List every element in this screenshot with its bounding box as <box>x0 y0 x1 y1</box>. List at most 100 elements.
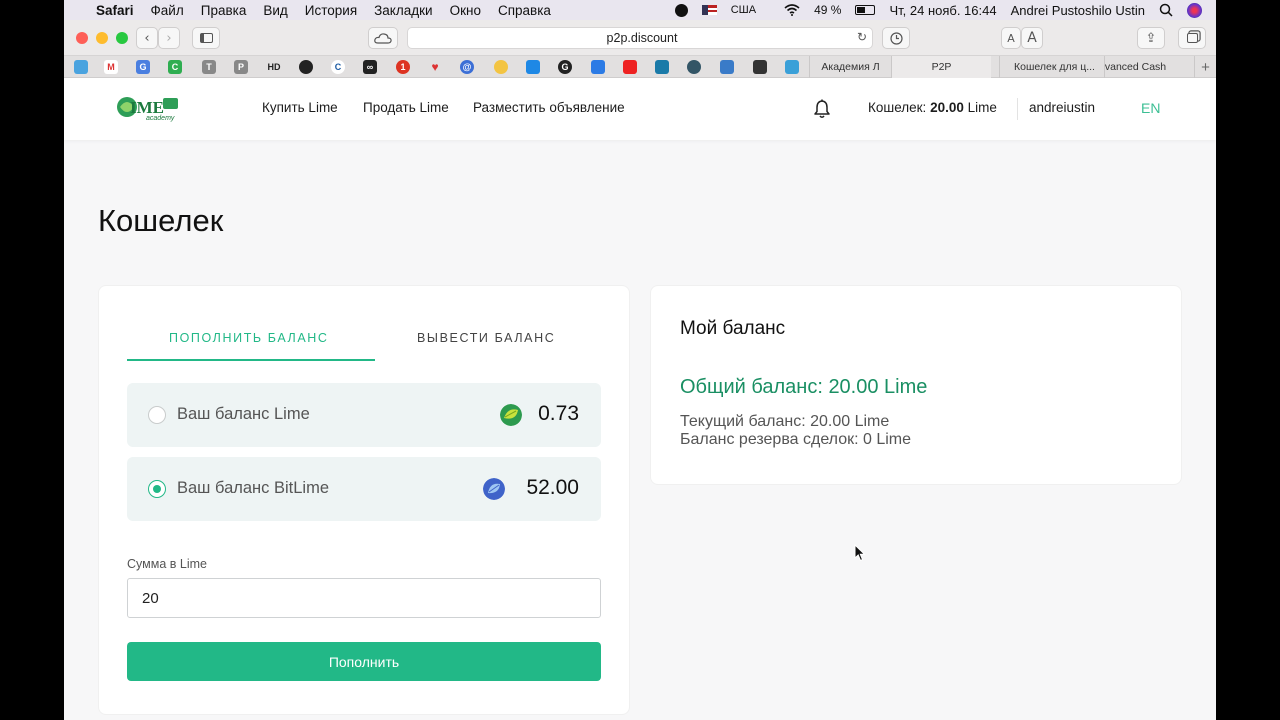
battery-icon[interactable] <box>855 5 876 15</box>
page-title: Кошелек <box>98 203 224 238</box>
amount-input[interactable] <box>127 578 601 618</box>
language-switch[interactable]: EN <box>1141 100 1160 116</box>
total-balance: Общий баланс: 20.00 Lime <box>680 376 928 398</box>
nav-sell-lime[interactable]: Продать Lime <box>363 100 449 115</box>
wifi-icon[interactable] <box>784 4 800 16</box>
mouse-cursor-icon <box>854 544 866 562</box>
site-header: IME academy Купить Lime Продать Lime Раз… <box>64 78 1216 140</box>
nav-buy-lime[interactable]: Купить Lime <box>262 100 338 115</box>
browser-tab-p2p[interactable]: P2P <box>891 56 991 78</box>
lime-coin-icon <box>500 404 522 426</box>
menu-file[interactable]: Файл <box>151 3 184 18</box>
bookmark-hd-icon[interactable]: HD <box>264 60 284 74</box>
radio-bitlime[interactable] <box>148 480 166 498</box>
notification-bell-icon[interactable] <box>813 99 831 119</box>
menubar-datetime[interactable]: Чт, 24 нояб. 16:44 <box>889 3 996 18</box>
my-balance-card: Мой баланс Общий баланс: 20.00 Lime Теку… <box>650 285 1182 485</box>
bookmark-icon-6[interactable]: P <box>234 60 248 74</box>
heart-icon[interactable]: ♥ <box>428 60 442 74</box>
address-bar[interactable]: p2p.discount ↻ <box>407 27 873 49</box>
menu-history[interactable]: История <box>305 3 357 18</box>
zoom-window-button[interactable] <box>116 32 128 44</box>
tab-overview-button[interactable] <box>1178 27 1206 49</box>
share-button[interactable]: ⇪ <box>1137 27 1165 49</box>
bookmark-icon-19[interactable] <box>655 60 669 74</box>
balance-option-lime[interactable]: Ваш баланс Lime 0.73 <box>127 383 601 447</box>
battery-percent[interactable]: 49 % <box>814 3 841 17</box>
header-wallet-balance[interactable]: Кошелек: 20.00 Lime <box>868 100 997 115</box>
siri-icon[interactable] <box>1187 2 1202 18</box>
bookmark-icon-9[interactable]: C <box>331 60 345 74</box>
close-window-button[interactable] <box>76 32 88 44</box>
wallet-prefix: Кошелек: <box>868 100 931 115</box>
flag-icon <box>701 5 717 15</box>
bookmark-icon-13[interactable]: @ <box>460 60 474 74</box>
reload-icon[interactable]: ↻ <box>857 30 867 44</box>
browser-tab-wallet[interactable]: Кошелек для ц... <box>999 56 1109 78</box>
bookmark-icon-4[interactable]: C <box>168 60 182 74</box>
menubar-user[interactable]: Andrei Pustoshilo Ustin <box>1011 3 1145 18</box>
bookmark-icon-8[interactable] <box>299 60 313 74</box>
bookmark-icon-21[interactable] <box>720 60 734 74</box>
browser-tab-academy[interactable]: Академия Л <box>809 56 891 78</box>
bookmark-icon-14[interactable] <box>494 60 508 74</box>
bookmark-icon-16[interactable]: G <box>558 60 572 74</box>
spotlight-search-icon[interactable] <box>1159 3 1173 17</box>
bookmark-icon-10[interactable]: ∞ <box>363 60 377 74</box>
forward-button[interactable]: › <box>158 27 180 49</box>
nav-post-ad[interactable]: Разместить объявление <box>473 100 625 115</box>
youtube-icon[interactable] <box>623 60 637 74</box>
gmail-icon[interactable]: M <box>104 60 118 74</box>
menu-window[interactable]: Окно <box>450 3 481 18</box>
cloud-icon <box>374 32 392 44</box>
header-username[interactable]: andreiustin <box>1029 100 1095 115</box>
header-divider <box>1017 98 1018 120</box>
web-page: IME academy Купить Lime Продать Lime Раз… <box>64 78 1216 720</box>
amount-label: Сумма в Lime <box>127 557 207 571</box>
url-text: p2p.discount <box>606 31 678 45</box>
tab-withdraw[interactable]: Вывести баланс <box>417 331 555 345</box>
bookmark-icon-15[interactable] <box>526 60 540 74</box>
browser-tab-advanced-cash[interactable]: vanced Cash <box>1104 56 1166 78</box>
active-tab-underline <box>127 359 375 361</box>
sidebar-toggle-button[interactable] <box>192 27 220 49</box>
bookmark-icon-20[interactable] <box>687 60 701 74</box>
minimize-window-button[interactable] <box>96 32 108 44</box>
balance-option-label: Ваш баланс Lime <box>177 405 310 423</box>
clock-icon <box>889 31 903 45</box>
macos-menubar: Safari Файл Правка Вид История Закладки … <box>64 0 1216 20</box>
menu-edit[interactable]: Правка <box>201 3 247 18</box>
favorites-and-tabs-bar: M G C T P HD C ∞ 1 ♥ @ G Академия Л P2P … <box>64 56 1216 78</box>
menu-app-name[interactable]: Safari <box>96 3 134 18</box>
wallet-suffix: Lime <box>963 100 997 115</box>
bookmark-icon-17[interactable] <box>591 60 605 74</box>
wallet-form-card: Пополнить баланс Вывести баланс Ваш бала… <box>98 285 630 715</box>
bookmark-icon-11[interactable]: 1 <box>396 60 410 74</box>
history-button[interactable] <box>882 27 910 49</box>
radio-lime[interactable] <box>148 406 166 424</box>
font-larger-button[interactable]: A <box>1021 27 1043 49</box>
my-balance-title: Мой баланс <box>680 318 786 339</box>
bookmark-icon-5[interactable]: T <box>202 60 216 74</box>
back-button[interactable]: ‹ <box>136 27 158 49</box>
bookmark-icon-1[interactable] <box>74 60 88 74</box>
menu-bookmarks[interactable]: Закладки <box>374 3 432 18</box>
keyboard-layout[interactable]: США <box>731 4 756 16</box>
font-smaller-button[interactable]: A <box>1001 27 1021 49</box>
menu-view[interactable]: Вид <box>263 3 287 18</box>
lime-academy-logo[interactable]: IME academy <box>116 94 186 122</box>
deposit-button[interactable]: Пополнить <box>127 642 601 681</box>
menu-help[interactable]: Справка <box>498 3 551 18</box>
bookmark-icon-22[interactable] <box>753 60 767 74</box>
bitlime-coin-icon <box>483 478 505 500</box>
tabs-icon <box>1186 33 1198 43</box>
browser-toolbar: ‹ › p2p.discount ↻ A A ⇪ <box>64 20 1216 56</box>
screen-record-icon[interactable] <box>674 3 688 17</box>
translate-icon[interactable]: G <box>136 60 150 74</box>
tab-deposit[interactable]: Пополнить баланс <box>169 331 329 345</box>
balance-option-bitlime[interactable]: Ваш баланс BitLime 52.00 <box>127 457 601 521</box>
new-tab-button[interactable]: + <box>1194 56 1216 78</box>
bookmark-icon-23[interactable] <box>785 60 799 74</box>
icloud-tabs-button[interactable] <box>368 27 398 49</box>
current-balance: Текущий баланс: 20.00 Lime <box>680 413 890 430</box>
